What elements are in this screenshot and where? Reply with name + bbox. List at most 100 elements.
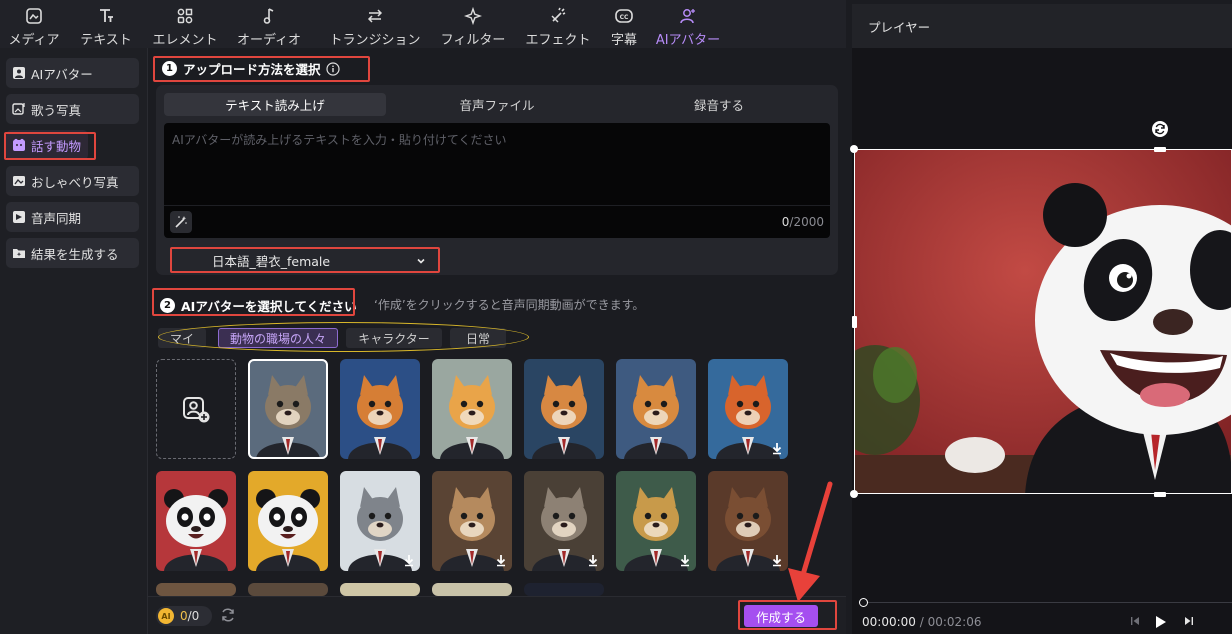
avatar-tile-partial[interactable] bbox=[432, 583, 512, 596]
current-time: 00:00:00 bbox=[862, 615, 916, 629]
timeline-track[interactable] bbox=[862, 602, 1232, 603]
avatar-tile-partial[interactable] bbox=[524, 583, 604, 596]
toolbar-label: オーディオ bbox=[236, 33, 302, 48]
left-sidebar: AIアバター 歌う写真 話す動物 おしゃべり写真 音声同期 結果を生成する bbox=[0, 48, 148, 634]
download-icon[interactable] bbox=[494, 553, 508, 567]
player-panel: プレイヤー 00:00:00 / 00:02:06 bbox=[850, 4, 1232, 634]
resize-handle-left[interactable] bbox=[852, 316, 857, 328]
create-button[interactable]: 作成する bbox=[744, 605, 818, 627]
sidebar-item-talking-photo[interactable]: おしゃべり写真 bbox=[6, 166, 139, 196]
shiba-news-avatar[interactable] bbox=[616, 359, 696, 459]
magic-wand-button[interactable] bbox=[170, 211, 192, 233]
add-avatar-icon bbox=[181, 394, 211, 424]
sidebar-item-singing-photo[interactable]: 歌う写真 bbox=[6, 94, 139, 124]
toolbar-effect[interactable]: エフェクト bbox=[512, 0, 604, 48]
orange-cat-avatar[interactable] bbox=[340, 359, 420, 459]
raccoon-avatar[interactable] bbox=[340, 471, 420, 571]
sidebar-item-ai-avatar[interactable]: AIアバター bbox=[6, 58, 139, 88]
resize-handle-bl[interactable] bbox=[850, 490, 858, 498]
next-frame-icon[interactable] bbox=[1182, 614, 1198, 630]
upload-avatar-button[interactable] bbox=[156, 359, 236, 459]
toolbar-ai-avatar[interactable]: AIアバター bbox=[644, 0, 732, 48]
panel-footer: AI 0/0 作成する bbox=[148, 596, 846, 634]
leopard-avatar[interactable] bbox=[616, 471, 696, 571]
sidebar-item-talking-animal[interactable]: 話す動物 bbox=[6, 130, 88, 160]
kangaroo-avatar[interactable] bbox=[432, 471, 512, 571]
toolbar-filter[interactable]: フィルター bbox=[434, 0, 512, 48]
toolbar-caption[interactable]: CC 字幕 bbox=[604, 0, 644, 48]
avatar-tile-partial[interactable] bbox=[248, 583, 328, 596]
red-fox-avatar[interactable] bbox=[708, 359, 788, 459]
talking-photo-icon bbox=[11, 173, 27, 189]
resize-handle-bottom[interactable] bbox=[1154, 492, 1166, 497]
step2-header: 2 AIアバターを選択してください bbox=[160, 296, 357, 315]
panda-yellow-avatar[interactable] bbox=[248, 471, 328, 571]
resize-handle-tl[interactable] bbox=[850, 145, 858, 153]
avatar-thumbnail bbox=[524, 359, 604, 459]
playhead[interactable] bbox=[859, 598, 868, 607]
panda-red-avatar[interactable] bbox=[156, 471, 236, 571]
char-count-max: /2000 bbox=[789, 215, 824, 229]
download-icon[interactable] bbox=[402, 553, 416, 567]
avatar-tile-partial[interactable] bbox=[156, 583, 236, 596]
credit-coin-icon: AI bbox=[158, 608, 174, 624]
caption-icon: CC bbox=[614, 6, 634, 26]
prev-frame-icon[interactable] bbox=[1128, 614, 1144, 630]
wolf-avatar[interactable] bbox=[524, 471, 604, 571]
time-readout: 00:00:00 / 00:02:06 bbox=[862, 615, 981, 629]
category-tab-animal-workplace[interactable]: 動物の職場の人々 bbox=[218, 328, 338, 348]
toolbar-label: フィルター bbox=[440, 33, 506, 48]
tab-audio-file[interactable]: 音声ファイル bbox=[386, 93, 608, 116]
toolbar-label: AIアバター bbox=[655, 33, 721, 48]
toolbar-label: メディア bbox=[8, 33, 60, 48]
refresh-icon[interactable] bbox=[220, 607, 236, 626]
tab-record[interactable]: 録音する bbox=[608, 93, 830, 116]
character-counter: 0/2000 bbox=[782, 215, 824, 229]
panda-preview-image bbox=[855, 150, 1231, 493]
resize-handle-top[interactable] bbox=[1154, 147, 1166, 152]
toolbar-text[interactable]: テキスト bbox=[64, 0, 148, 48]
avatar-thumbnail bbox=[248, 359, 328, 459]
cartoon-cat-avatar[interactable] bbox=[432, 359, 512, 459]
script-input[interactable] bbox=[164, 123, 830, 205]
svg-text:CC: CC bbox=[620, 14, 629, 21]
talking-animal-icon bbox=[11, 137, 27, 153]
player-title: プレイヤー bbox=[868, 19, 931, 35]
info-icon[interactable] bbox=[325, 61, 340, 76]
sidebar-item-label: 結果を生成する bbox=[31, 246, 119, 262]
preview-canvas[interactable] bbox=[854, 149, 1232, 494]
voice-dropdown[interactable]: 日本語_碧衣_female bbox=[170, 247, 440, 273]
sidebar-item-label: AIアバター bbox=[31, 66, 93, 82]
rotate-handle-icon[interactable] bbox=[1151, 120, 1169, 138]
step1-header: 1 アップロード方法を選択 bbox=[162, 59, 340, 78]
toolbar-label: エレメント bbox=[152, 33, 218, 48]
fox-anchor-avatar[interactable] bbox=[524, 359, 604, 459]
avatar-tile-partial[interactable] bbox=[340, 583, 420, 596]
total-duration: 00:02:06 bbox=[927, 615, 982, 629]
toolbar-element[interactable]: エレメント bbox=[148, 0, 222, 48]
category-tab-my[interactable]: マイ bbox=[158, 328, 206, 348]
tab-text-to-speech[interactable]: テキスト読み上げ bbox=[164, 93, 386, 116]
voice-dropdown-value: 日本語_碧衣_female bbox=[212, 253, 331, 269]
element-icon bbox=[176, 6, 194, 26]
credit-counter: AI 0/0 bbox=[156, 606, 212, 626]
toolbar-media[interactable]: メディア bbox=[4, 0, 64, 48]
avatar-thumbnail bbox=[248, 471, 328, 571]
toolbar-label: 字幕 bbox=[610, 33, 637, 48]
cat-suit-avatar[interactable] bbox=[248, 359, 328, 459]
download-icon[interactable] bbox=[770, 441, 784, 455]
sidebar-item-label: おしゃべり写真 bbox=[31, 174, 119, 190]
text-icon bbox=[97, 6, 115, 26]
time-separator: / bbox=[915, 615, 928, 629]
toolbar-transition[interactable]: トランジション bbox=[316, 0, 434, 48]
toolbar-audio[interactable]: オーディオ bbox=[222, 0, 316, 48]
bear-avatar[interactable] bbox=[708, 471, 788, 571]
category-tab-daily[interactable]: 日常 bbox=[450, 328, 506, 348]
download-icon[interactable] bbox=[678, 553, 692, 567]
sidebar-item-generate-result[interactable]: 結果を生成する bbox=[6, 238, 139, 268]
sidebar-item-lipsync[interactable]: 音声同期 bbox=[6, 202, 139, 232]
category-tab-character[interactable]: キャラクター bbox=[346, 328, 442, 348]
download-icon[interactable] bbox=[586, 553, 600, 567]
play-icon[interactable] bbox=[1152, 614, 1168, 630]
step-number-badge: 2 bbox=[160, 298, 175, 313]
